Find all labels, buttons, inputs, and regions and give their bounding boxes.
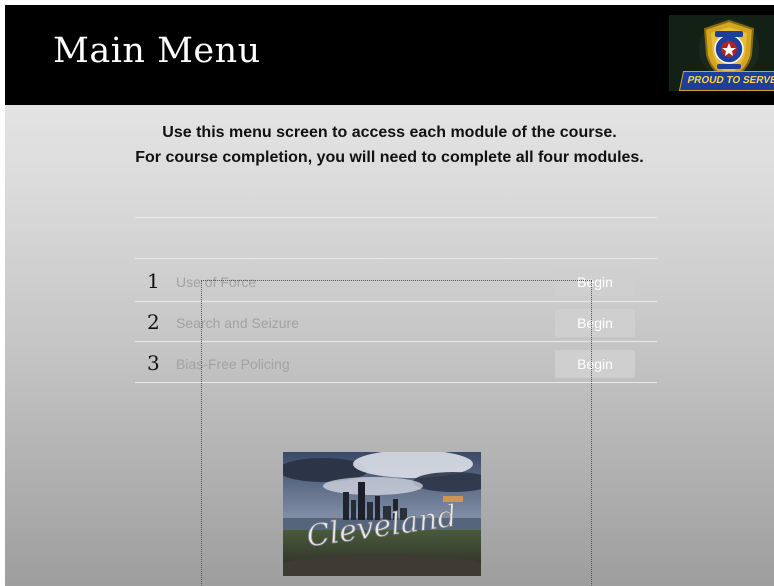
page-title: Main Menu <box>53 31 261 71</box>
begin-button-search-and-seizure[interactable]: Begin <box>555 309 635 337</box>
police-badge-logo: PROUD TO SERVE <box>669 15 774 91</box>
intro-line-1: Use this menu screen to access each modu… <box>162 124 617 141</box>
module-row: 3 Bias-Free Policing Begin <box>135 347 657 383</box>
module-row: 2 Search and Seizure Begin <box>135 306 657 342</box>
slide: Main Menu PROUD TO SERVE Use this menu s… <box>5 5 774 586</box>
module-number: 1 <box>147 269 160 293</box>
cleveland-skyline-photo: Cleveland <box>283 452 481 576</box>
divider-bottom <box>135 382 657 383</box>
intro-text: Use this menu screen to access each modu… <box>5 120 774 170</box>
begin-button-use-of-force[interactable]: Begin <box>555 268 635 296</box>
module-title: Search and Seizure <box>176 315 299 331</box>
divider-top <box>135 217 657 218</box>
module-row: 1 Use of Force Begin <box>135 265 657 301</box>
header-bar: Main Menu <box>5 5 774 105</box>
cleveland-sign-image: Cleveland <box>283 452 481 576</box>
module-number: 2 <box>147 310 160 334</box>
begin-button-bias-free-policing[interactable]: Begin <box>555 350 635 378</box>
divider-row <box>135 341 657 342</box>
module-number: 3 <box>147 351 160 375</box>
intro-line-2: For course completion, you will need to … <box>135 149 644 166</box>
divider-header <box>135 258 657 259</box>
badge-banner: PROUD TO SERVE <box>678 71 774 91</box>
module-title: Bias-Free Policing <box>176 356 290 372</box>
divider-row <box>135 301 657 302</box>
module-title: Use of Force <box>176 274 257 290</box>
